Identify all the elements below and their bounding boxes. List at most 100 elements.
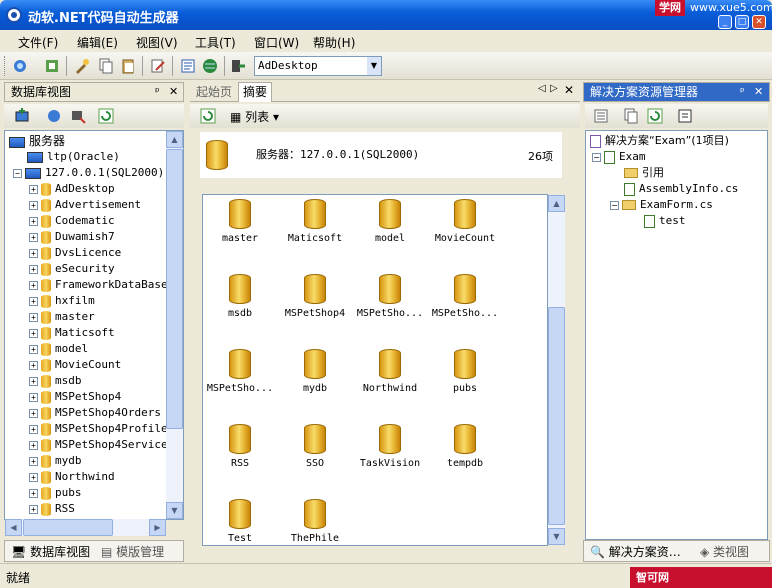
references-node[interactable]: 引用 — [624, 165, 664, 181]
project-node[interactable]: − Exam — [592, 149, 646, 165]
expand-icon[interactable]: + — [29, 424, 38, 434]
tree-database-item[interactable]: + AdDesktop — [29, 181, 115, 197]
assemblyinfo-node[interactable]: AssemblyInfo.cs — [624, 181, 738, 197]
edit-icon[interactable] — [150, 58, 166, 74]
expand-icon[interactable]: + — [29, 376, 38, 386]
expand-icon[interactable]: + — [29, 328, 38, 338]
tree-database-item[interactable]: + MovieCount — [29, 357, 121, 373]
expand-icon[interactable]: + — [29, 280, 38, 290]
tree-database-item[interactable]: + Codematic — [29, 213, 115, 229]
minimize-button[interactable]: _ — [718, 15, 732, 29]
tree-server-oracle[interactable]: ltp(Oracle) — [27, 149, 120, 165]
show-files-icon[interactable] — [623, 108, 639, 124]
tree-database-item[interactable]: + pubs — [29, 485, 82, 501]
tree-database-item[interactable]: + model — [29, 341, 88, 357]
collapse-icon[interactable]: − — [13, 168, 22, 178]
scroll-up-button[interactable]: ▲ — [548, 195, 565, 212]
grid-database-item[interactable]: MovieCount — [428, 199, 502, 244]
menu-view[interactable]: 视图(V) — [136, 34, 178, 51]
expand-icon[interactable]: + — [29, 232, 38, 242]
wizard-icon[interactable] — [74, 58, 90, 74]
collapse-icon[interactable]: − — [592, 152, 601, 162]
globe-icon[interactable] — [202, 58, 218, 74]
expand-icon[interactable]: + — [29, 472, 38, 482]
view-code-icon[interactable] — [677, 108, 693, 124]
test-node[interactable]: test — [644, 213, 686, 229]
maximize-button[interactable]: □ — [735, 15, 749, 29]
expand-icon[interactable]: + — [29, 488, 38, 498]
refresh-icon[interactable] — [647, 108, 663, 124]
tree-database-item[interactable]: + MSPetShop4Services — [29, 437, 174, 453]
add-server-icon[interactable] — [14, 108, 30, 124]
hscroll-thumb[interactable] — [23, 519, 113, 536]
tree-database-item[interactable]: + Maticsoft — [29, 325, 115, 341]
database-combo[interactable]: AdDesktop ▼ — [254, 56, 382, 76]
tree-database-item[interactable]: + MSPetShop4 — [29, 389, 121, 405]
menu-window[interactable]: 窗口(W) — [254, 34, 299, 51]
tab-start-page[interactable]: 起始页 — [196, 83, 232, 100]
exit-icon[interactable] — [230, 58, 246, 74]
grid-database-item[interactable]: ThePhile — [278, 499, 352, 544]
tree-root[interactable]: 服务器 — [9, 133, 65, 149]
collapse-icon[interactable]: − — [610, 200, 619, 210]
expand-icon[interactable]: + — [29, 456, 38, 466]
scroll-down-button[interactable]: ▼ — [548, 528, 565, 545]
close-button[interactable]: ✕ — [752, 15, 766, 29]
grid-database-item[interactable]: MSPetSho... — [353, 274, 427, 319]
grid-database-item[interactable]: RSS — [203, 424, 277, 469]
tree-database-item[interactable]: + Northwind — [29, 469, 115, 485]
grid-database-item[interactable]: master — [203, 199, 277, 244]
grid-database-item[interactable]: msdb — [203, 274, 277, 319]
grid-database-item[interactable]: Test — [203, 499, 277, 544]
grid-database-item[interactable]: MSPetSho... — [428, 274, 502, 319]
refresh-icon[interactable] — [44, 58, 60, 74]
tree-database-item[interactable]: + FrameworkDataBase — [29, 277, 168, 293]
connect-db-icon[interactable] — [46, 108, 62, 124]
copy-icon[interactable] — [98, 58, 114, 74]
scroll-right-button[interactable]: ▶ — [149, 519, 166, 536]
scroll-up-button[interactable]: ▲ — [166, 131, 183, 148]
expand-icon[interactable]: + — [29, 504, 38, 514]
expand-icon[interactable]: + — [29, 264, 38, 274]
solution-node[interactable]: 解决方案“Exam”(1项目) — [590, 133, 729, 149]
tree-database-item[interactable]: + DvsLicence — [29, 245, 121, 261]
chevron-down-icon[interactable]: ▼ — [367, 57, 381, 75]
close-icon[interactable]: ✕ — [564, 83, 574, 97]
grid-database-item[interactable]: tempdb — [428, 424, 502, 469]
tree-database-item[interactable]: + RSS — [29, 501, 75, 517]
disconnect-icon[interactable] — [70, 108, 86, 124]
menu-edit[interactable]: 编辑(E) — [77, 34, 118, 51]
pin-icon[interactable]: ᵖ — [740, 83, 745, 101]
expand-icon[interactable]: + — [29, 216, 38, 226]
tree-database-item[interactable]: + eSecurity — [29, 261, 115, 277]
tree-server-sql[interactable]: −127.0.0.1(SQL2000) — [13, 165, 164, 181]
scroll-thumb[interactable] — [166, 149, 183, 429]
expand-icon[interactable]: + — [29, 184, 38, 194]
grid-database-item[interactable]: mydb — [278, 349, 352, 394]
grid-database-item[interactable]: SSO — [278, 424, 352, 469]
expand-icon[interactable]: + — [29, 200, 38, 210]
examform-node[interactable]: − ExamForm.cs — [610, 197, 713, 213]
grid-database-item[interactable]: MSPetShop4 — [278, 274, 352, 319]
tab-class-view[interactable]: ◈ 类视图 — [700, 543, 749, 561]
grid-vscroll[interactable]: ▲ ▼ — [548, 195, 565, 545]
expand-icon[interactable]: + — [29, 440, 38, 450]
expand-icon[interactable]: + — [29, 392, 38, 402]
expand-icon[interactable]: + — [29, 248, 38, 258]
tree-database-item[interactable]: + MSPetShop4Orders — [29, 405, 161, 421]
expand-icon[interactable]: + — [29, 312, 38, 322]
scroll-thumb[interactable] — [548, 307, 565, 525]
tree-database-item[interactable]: + Advertisement — [29, 197, 141, 213]
grid-database-item[interactable]: MSPetSho... — [203, 349, 277, 394]
tab-db-view[interactable]: 🖥 数据库视图 — [11, 543, 90, 561]
db-tree-hscroll[interactable]: ◀ ▶ — [5, 519, 166, 536]
tree-database-item[interactable]: + master — [29, 309, 95, 325]
grid-database-item[interactable]: Maticsoft — [278, 199, 352, 244]
refresh-icon[interactable] — [98, 108, 114, 124]
grid-database-item[interactable]: model — [353, 199, 427, 244]
tree-database-item[interactable]: + msdb — [29, 373, 82, 389]
tree-database-item[interactable]: + hxfilm — [29, 293, 95, 309]
grid-database-item[interactable]: TaskVision — [353, 424, 427, 469]
properties-icon[interactable] — [593, 108, 609, 124]
tab-template-manager[interactable]: ▤ 模版管理 — [101, 543, 164, 561]
